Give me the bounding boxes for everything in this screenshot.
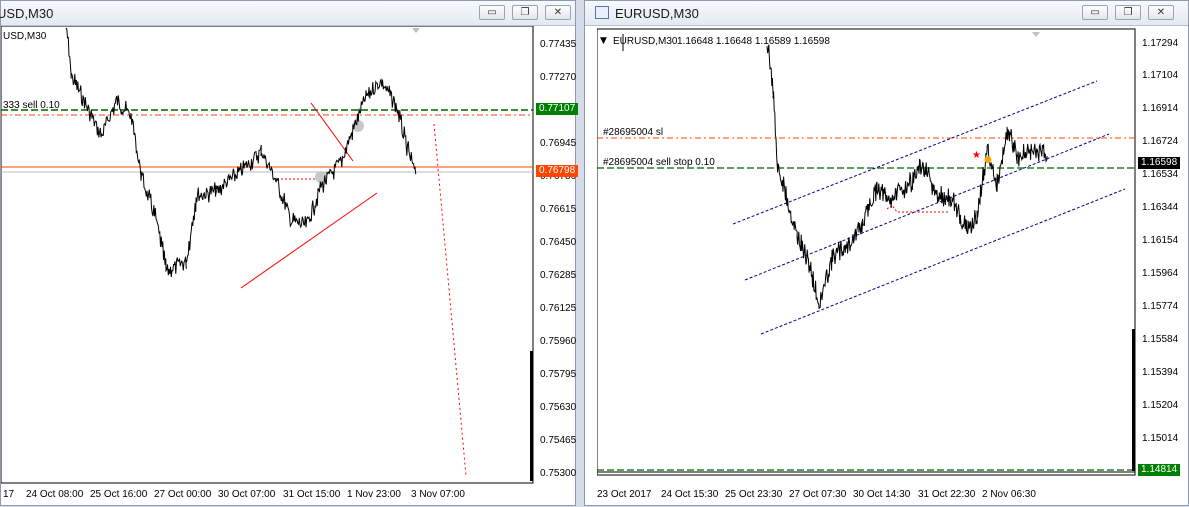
price-tick: 1.16534 <box>1142 169 1179 180</box>
trade-arrow-icon[interactable]: ★ <box>972 150 981 161</box>
price-tick: 0.76450 <box>540 237 577 248</box>
chart-symbol-label-right: EURUSD,M30 <box>613 36 678 47</box>
price-tick: 1.16724 <box>1142 136 1179 147</box>
time-tick: 3 Nov 07:00 <box>411 489 465 500</box>
current-price-badge-right: 1.16598 <box>1138 157 1181 169</box>
price-tick: 1.15014 <box>1142 433 1179 444</box>
price-tick: 1.17104 <box>1142 70 1179 81</box>
time-tick: 23 Oct 2017 <box>597 489 652 500</box>
price-tick: 0.76285 <box>540 270 577 281</box>
ohlc-readout: 1.16648 1.16648 1.16589 1.16598 <box>677 36 830 47</box>
time-tick: 30 Oct 14:30 <box>853 489 911 500</box>
price-tick: 1.17294 <box>1142 38 1179 49</box>
chart-window-left[interactable]: USD,M30 ▭ ❐ ✕ USD,M30 333 sell 0.10 0.77… <box>0 0 579 507</box>
price-tick: 0.76125 <box>540 303 577 314</box>
price-tick: 0.75465 <box>540 435 577 446</box>
time-tick: 31 Oct 15:00 <box>283 489 341 500</box>
chart-symbol-label-left: USD,M30 <box>3 31 47 42</box>
plot-frame-right <box>597 28 1136 476</box>
order-price-badge-right: 1.14814 <box>1138 464 1181 476</box>
price-tick: 0.75960 <box>540 336 577 347</box>
chart-window-icon <box>595 6 609 19</box>
price-tick: 0.75795 <box>540 369 577 380</box>
window-title-left: USD,M30 <box>0 6 54 21</box>
price-chart-right[interactable]: ★ ● <box>597 26 1189 507</box>
order-price-badge-left: 0.77107 <box>536 103 579 115</box>
minimize-button-right[interactable]: ▭ <box>1082 5 1108 20</box>
price-tick: 0.76615 <box>540 204 577 215</box>
time-tick: 17 <box>3 489 15 500</box>
time-tick: 31 Oct 22:30 <box>918 489 976 500</box>
time-tick: 25 Oct 16:00 <box>90 489 148 500</box>
time-tick: 25 Oct 23:30 <box>725 489 783 500</box>
trade-marker-icon[interactable]: ● <box>984 155 992 165</box>
stop-loss-label-right: #28695004 sl <box>603 127 664 138</box>
price-tick: 1.15584 <box>1142 334 1179 345</box>
close-button-right[interactable]: ✕ <box>1148 5 1174 20</box>
title-bar-left[interactable]: USD,M30 ▭ ❐ ✕ <box>0 1 575 26</box>
minimize-button-left[interactable]: ▭ <box>479 5 505 20</box>
price-tick: 1.16344 <box>1142 202 1179 213</box>
window-title-right: EURUSD,M30 <box>615 6 699 21</box>
time-tick: 2 Nov 06:30 <box>982 489 1036 500</box>
chart-window-right[interactable]: EURUSD,M30 ▭ ❐ ✕ ★ ● ▼ EURUSD,M30 1.1664… <box>584 0 1189 506</box>
price-tick: 1.16154 <box>1142 235 1179 246</box>
volume-bar-left <box>530 351 533 481</box>
volume-bar-right <box>1132 329 1135 471</box>
chart-menu-icon[interactable]: ▼ <box>600 36 607 46</box>
price-tick: 0.75630 <box>540 402 577 413</box>
title-bar-right[interactable]: EURUSD,M30 ▭ ❐ ✕ <box>585 1 1188 26</box>
price-tick: 1.15394 <box>1142 367 1179 378</box>
price-tick: 1.15204 <box>1142 400 1179 411</box>
price-tick: 0.77435 <box>540 39 577 50</box>
time-tick: 27 Oct 07:30 <box>789 489 847 500</box>
restore-button-left[interactable]: ❐ <box>512 5 538 20</box>
price-tick: 1.15964 <box>1142 268 1179 279</box>
time-tick: 24 Oct 15:30 <box>661 489 719 500</box>
restore-button-right[interactable]: ❐ <box>1115 5 1141 20</box>
order-label-right: #28695004 sell stop 0.10 <box>603 157 715 168</box>
time-tick: 27 Oct 00:00 <box>154 489 212 500</box>
price-chart-left[interactable] <box>1 26 577 507</box>
price-tick: 0.77270 <box>540 72 577 83</box>
time-tick: 1 Nov 23:00 <box>347 489 401 500</box>
time-tick: 24 Oct 08:00 <box>26 489 84 500</box>
price-tick: 0.75300 <box>540 468 577 479</box>
close-button-left[interactable]: ✕ <box>545 5 571 20</box>
order-label-left: 333 sell 0.10 <box>3 100 60 111</box>
price-tick: 1.15774 <box>1142 301 1179 312</box>
price-tick: 0.76945 <box>540 138 577 149</box>
price-tick: 1.16914 <box>1142 103 1179 114</box>
current-price-badge-left: 0.76798 <box>536 165 579 177</box>
time-tick: 30 Oct 07:00 <box>218 489 276 500</box>
